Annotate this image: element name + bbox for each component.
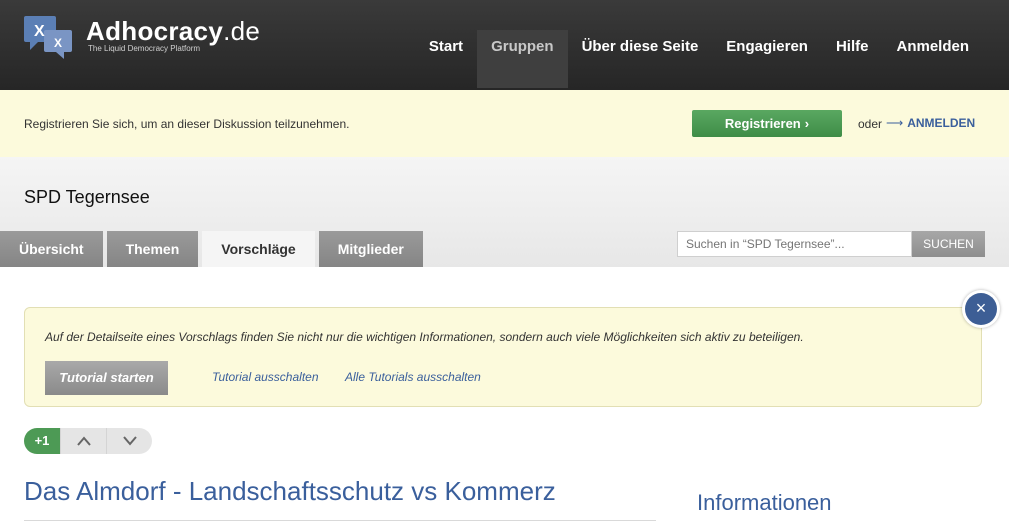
title-divider	[24, 520, 656, 521]
logo[interactable]: X X Adhocracy.de The Liquid Democracy Pl…	[22, 14, 262, 64]
search-input[interactable]	[677, 231, 912, 257]
tab-vorschlaege[interactable]: Vorschläge	[202, 231, 315, 267]
main-nav: Start Gruppen Über diese Seite Engagiere…	[415, 30, 983, 90]
search-button[interactable]: SUCHEN	[912, 231, 985, 257]
or-label: oder	[858, 117, 883, 131]
tutorial-box: Auf der Detailseite eines Vorschlags fin…	[24, 307, 982, 407]
tutorial-start-button[interactable]: Tutorial starten	[45, 361, 168, 395]
brand-name: Adhocracy	[86, 16, 224, 46]
nav-gruppen[interactable]: Gruppen	[477, 30, 568, 88]
tutorial-disable-link[interactable]: Tutorial ausschalten	[212, 370, 319, 384]
tutorial-close-button[interactable]: ×	[962, 290, 1000, 328]
brand-tagline: The Liquid Democracy Platform	[88, 44, 201, 53]
brand-wordmark: Adhocracy.de	[86, 16, 260, 47]
nav-hilfe[interactable]: Hilfe	[822, 32, 883, 90]
vote-score: +1	[24, 428, 60, 454]
register-button-label: Registrieren	[724, 116, 801, 131]
tutorial-disable-all-link[interactable]: Alle Tutorials ausschalten	[345, 370, 481, 384]
tutorial-text: Auf der Detailseite eines Vorschlags fin…	[45, 330, 804, 344]
chevron-down-icon	[122, 436, 137, 446]
close-icon: ×	[965, 293, 997, 325]
register-button[interactable]: Registrieren ›	[692, 110, 842, 137]
chevron-right-icon: ›	[804, 116, 810, 131]
login-link[interactable]: ⟶ ANMELDEN	[886, 116, 975, 130]
login-link-label: ANMELDEN	[907, 116, 976, 130]
vote-widget: +1	[24, 428, 152, 454]
tab-themen[interactable]: Themen	[106, 231, 199, 267]
tab-uebersicht[interactable]: Übersicht	[0, 231, 103, 267]
nav-ueber-diese-seite[interactable]: Über diese Seite	[568, 32, 713, 90]
chevron-up-icon	[76, 436, 91, 446]
upvote-button[interactable]	[60, 428, 106, 454]
nav-engagieren[interactable]: Engagieren	[712, 32, 822, 90]
speech-bubbles-icon: X X	[24, 16, 72, 59]
top-bar: X X Adhocracy.de The Liquid Democracy Pl…	[0, 0, 1009, 90]
arrow-right-icon: ⟶	[886, 116, 904, 130]
brand-tld: .de	[223, 16, 261, 46]
notice-text: Registrieren Sie sich, um an dieser Disk…	[24, 117, 350, 131]
svg-text:X: X	[34, 23, 45, 40]
nav-anmelden[interactable]: Anmelden	[882, 32, 983, 90]
group-tabs: Übersicht Themen Vorschläge Mitglieder	[0, 231, 427, 267]
group-title: SPD Tegernsee	[24, 187, 150, 207]
proposal-title: Das Almdorf - Landschaftsschutz vs Komme…	[24, 476, 556, 506]
downvote-button[interactable]	[106, 428, 152, 454]
nav-start[interactable]: Start	[415, 32, 477, 90]
sidebar-heading: Informationen	[697, 490, 832, 515]
svg-text:X: X	[54, 36, 62, 50]
group-search: SUCHEN	[677, 231, 985, 257]
tab-mitglieder[interactable]: Mitglieder	[318, 231, 423, 267]
